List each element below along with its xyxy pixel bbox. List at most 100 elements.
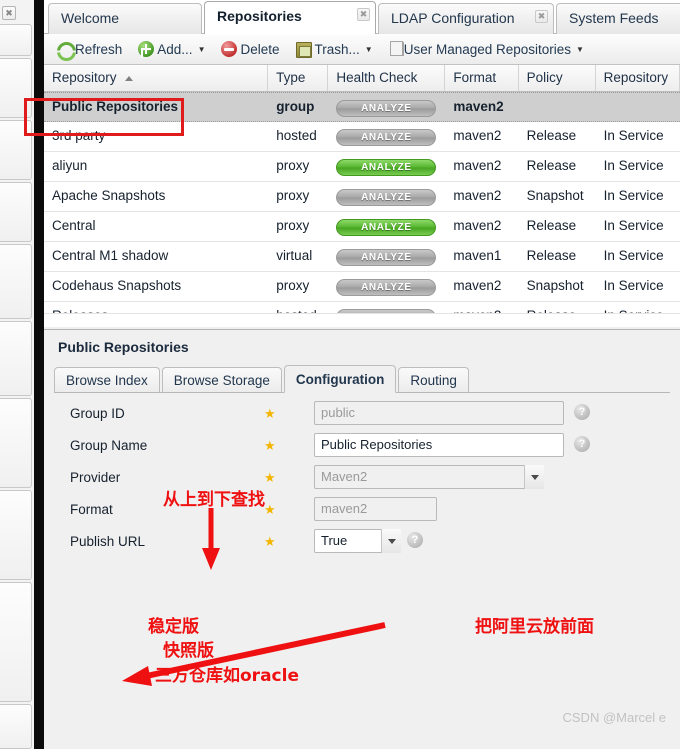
cell-type: proxy bbox=[276, 218, 310, 233]
cell-health-check: ANALYZE bbox=[328, 302, 445, 313]
sidebar-panel-7[interactable] bbox=[0, 398, 32, 488]
refresh-label: Refresh bbox=[75, 41, 123, 57]
cell-policy: Snapshot bbox=[526, 278, 584, 293]
cell-repository: Codehaus Snapshots bbox=[52, 278, 182, 293]
add-label: Add... bbox=[157, 41, 193, 57]
sidebar-panel-2[interactable] bbox=[0, 58, 32, 118]
cell-status: In Service bbox=[603, 128, 664, 143]
cell-type: group bbox=[276, 99, 315, 114]
window-border bbox=[34, 0, 44, 749]
sidebar-panel-8[interactable] bbox=[0, 490, 32, 580]
table-row[interactable]: Releases hosted ANALYZE maven2 Release I… bbox=[44, 302, 680, 314]
form-row-group-name: Group Name Public Repositories ? bbox=[44, 432, 680, 464]
chevron-down-icon[interactable] bbox=[524, 465, 544, 489]
cell-status bbox=[596, 93, 680, 121]
cell-type: proxy bbox=[276, 188, 310, 203]
required-star-icon bbox=[264, 407, 276, 420]
watermark: CSDN @Marcel e bbox=[562, 710, 667, 725]
cell-repository: Apache Snapshots bbox=[52, 188, 166, 203]
sidebar-panel-5[interactable] bbox=[0, 244, 32, 319]
sidebar-close-icon[interactable]: ✖ bbox=[2, 6, 16, 20]
sidebar-panel-4[interactable] bbox=[0, 182, 32, 242]
form-row-publish-url: Publish URL True ? bbox=[44, 528, 680, 560]
help-icon[interactable]: ? bbox=[574, 404, 590, 420]
configuration-form: Group ID public ? Group Name Public Repo… bbox=[44, 400, 680, 560]
provider-select[interactable]: Maven2 bbox=[314, 465, 544, 489]
cell-policy: Release bbox=[526, 248, 577, 263]
column-header-type[interactable]: Type bbox=[268, 65, 329, 91]
sort-asc-icon bbox=[125, 75, 134, 81]
table-row[interactable]: 3rd party hosted ANALYZE maven2 Release … bbox=[44, 122, 680, 152]
table-row[interactable]: Apache Snapshots proxy ANALYZE maven2 Sn… bbox=[44, 182, 680, 212]
health-check-badge[interactable]: ANALYZE bbox=[336, 279, 437, 296]
health-check-badge[interactable]: ANALYZE bbox=[336, 249, 437, 266]
tab-label: Welcome bbox=[61, 10, 120, 26]
cell-repository: Central M1 shadow bbox=[52, 248, 169, 263]
delete-button[interactable]: Delete bbox=[215, 38, 285, 60]
cell-format: maven2 bbox=[453, 128, 502, 143]
column-header-policy[interactable]: Policy bbox=[519, 65, 596, 91]
health-check-badge[interactable]: ANALYZE bbox=[336, 129, 437, 146]
cell-status: In Service bbox=[603, 278, 664, 293]
table-row[interactable]: Public Repositories group ANALYZE maven2 bbox=[44, 92, 680, 122]
refresh-button[interactable]: Refresh bbox=[50, 38, 128, 60]
tab-welcome[interactable]: Welcome bbox=[48, 3, 202, 34]
cell-policy: Snapshot bbox=[526, 188, 584, 203]
tab-system-feeds[interactable]: System Feeds bbox=[556, 3, 680, 34]
cell-format: maven2 bbox=[453, 278, 502, 293]
cell-health-check: ANALYZE bbox=[328, 182, 445, 211]
table-row[interactable]: Central proxy ANALYZE maven2 Release In … bbox=[44, 212, 680, 242]
annotation-find-top-down: 从上到下查找 bbox=[163, 490, 265, 510]
column-header-repository[interactable]: Repository bbox=[44, 65, 269, 91]
table-row[interactable]: Codehaus Snapshots proxy ANALYZE maven2 … bbox=[44, 272, 680, 302]
table-row[interactable]: aliyun proxy ANALYZE maven2 Release In S… bbox=[44, 152, 680, 182]
close-icon[interactable]: ✖ bbox=[535, 10, 548, 23]
trash-label: Trash... bbox=[314, 41, 360, 57]
delete-label: Delete bbox=[240, 41, 280, 57]
cell-status: In Service bbox=[603, 218, 664, 233]
annotation-third-party: 三方仓库如oracle bbox=[155, 666, 299, 686]
cell-health-check: ANALYZE bbox=[328, 93, 445, 121]
group-name-field[interactable]: Public Repositories bbox=[314, 433, 564, 457]
tab-ldap-configuration[interactable]: LDAP Configuration ✖ bbox=[378, 3, 554, 34]
column-header-repository-status[interactable]: Repository bbox=[596, 65, 680, 91]
health-check-badge[interactable]: ANALYZE bbox=[336, 100, 437, 117]
sidebar-panel-10[interactable] bbox=[0, 704, 32, 749]
detail-tab-bar: Browse Index Browse Storage Configuratio… bbox=[54, 365, 670, 393]
tab-bar: Welcome Repositories ✖ LDAP Configuratio… bbox=[44, 0, 680, 34]
column-header-health-check[interactable]: Health Check bbox=[328, 65, 446, 91]
cell-policy: Release bbox=[526, 128, 577, 143]
tab-routing[interactable]: Routing bbox=[398, 367, 469, 393]
help-icon[interactable]: ? bbox=[574, 436, 590, 452]
health-check-badge[interactable]: ANALYZE bbox=[336, 309, 437, 313]
sidebar-panel-1[interactable] bbox=[0, 24, 32, 56]
tab-label: System Feeds bbox=[569, 10, 659, 26]
tab-label: LDAP Configuration bbox=[391, 10, 515, 26]
tab-browse-index[interactable]: Browse Index bbox=[54, 367, 160, 393]
group-id-field[interactable]: public bbox=[314, 401, 564, 425]
cell-status: In Service bbox=[603, 248, 664, 263]
close-icon[interactable]: ✖ bbox=[357, 8, 370, 21]
health-check-badge[interactable]: ANALYZE bbox=[336, 189, 437, 206]
cell-status: In Service bbox=[596, 302, 680, 313]
sidebar-panel-9[interactable] bbox=[0, 582, 32, 702]
column-header-format[interactable]: Format bbox=[445, 65, 519, 91]
tab-configuration[interactable]: Configuration bbox=[283, 365, 397, 393]
help-icon[interactable]: ? bbox=[407, 532, 423, 548]
health-check-badge[interactable]: ANALYZE bbox=[336, 219, 437, 236]
trash-button[interactable]: Trash... ▼ bbox=[290, 38, 379, 60]
chevron-down-icon[interactable] bbox=[381, 529, 401, 553]
table-row[interactable]: Central M1 shadow virtual ANALYZE maven1… bbox=[44, 242, 680, 272]
add-button[interactable]: Add... ▼ bbox=[132, 38, 211, 60]
cell-repository: Central bbox=[52, 218, 96, 233]
tab-repositories[interactable]: Repositories ✖ bbox=[204, 1, 376, 34]
sidebar-panel-6[interactable] bbox=[0, 321, 32, 396]
user-managed-repositories-button[interactable]: User Managed Repositories ▼ bbox=[383, 39, 590, 60]
sidebar-panel-3[interactable] bbox=[0, 120, 32, 180]
column-label: Repository bbox=[52, 70, 117, 85]
tab-browse-storage[interactable]: Browse Storage bbox=[161, 367, 282, 393]
format-field[interactable]: maven2 bbox=[314, 497, 437, 521]
health-check-badge[interactable]: ANALYZE bbox=[336, 159, 437, 176]
cell-repository: Public Repositories bbox=[52, 99, 179, 114]
annotation-aliyun-first: 把阿里云放前面 bbox=[475, 617, 594, 637]
